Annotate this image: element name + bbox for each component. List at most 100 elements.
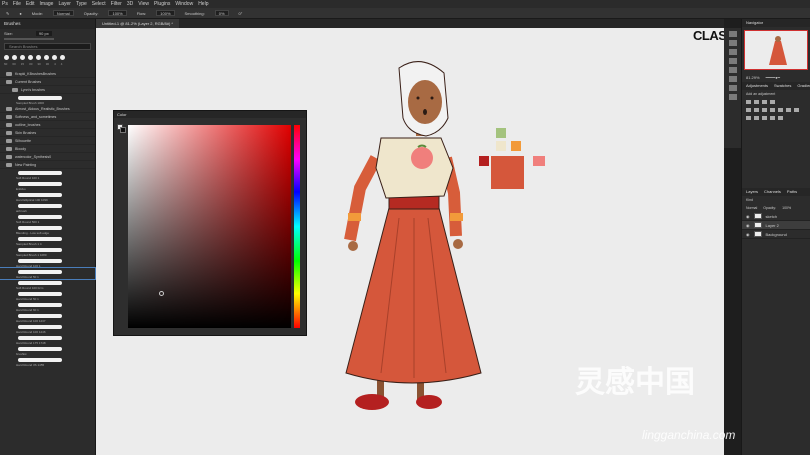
layer-row[interactable]: ◉ sketch — [742, 212, 810, 221]
posterize-icon[interactable] — [754, 116, 759, 120]
tab-paths[interactable]: Paths — [787, 188, 797, 196]
tab-swatches[interactable]: Swatches — [774, 82, 791, 90]
smoothing-field[interactable]: 0% — [214, 10, 229, 16]
preset-dot[interactable] — [12, 55, 17, 60]
brush-item[interactable]: Sampled Brush 1 4 — [0, 235, 95, 246]
brightness-icon[interactable] — [746, 100, 751, 104]
flow-field[interactable]: 100% — [156, 10, 175, 16]
navigator-thumbnail[interactable] — [744, 30, 808, 70]
brush-item[interactable]: Hard Round 50 1 — [0, 290, 95, 301]
levels-icon[interactable] — [754, 100, 759, 104]
brush-folder[interactable]: Silhouette — [0, 137, 95, 145]
mode-select[interactable]: Normal — [52, 10, 74, 16]
menu-file[interactable]: File — [13, 1, 21, 7]
eye-icon[interactable]: ◉ — [746, 232, 750, 237]
brushes-panel-title[interactable]: Brushes — [0, 19, 95, 29]
color-lookup-icon[interactable] — [794, 108, 799, 112]
preset-dot[interactable] — [44, 55, 49, 60]
brush-item-selected[interactable]: Hard Round 50 1 — [0, 267, 96, 280]
brush-item[interactable]: Sampled Brush 1 1080 — [0, 246, 95, 257]
menu-plugins[interactable]: Plugins — [154, 1, 170, 7]
invert-icon[interactable] — [746, 116, 751, 120]
layer-row[interactable]: ◉ Background — [742, 230, 810, 239]
clone-source-icon[interactable] — [728, 85, 737, 91]
brush-item[interactable]: brushist — [0, 345, 95, 356]
background-color-swatch[interactable] — [120, 127, 126, 133]
menu-select[interactable]: Select — [92, 1, 106, 7]
menu-type[interactable]: Type — [76, 1, 87, 7]
layer-filter[interactable]: Kind — [742, 196, 810, 204]
history-icon[interactable] — [728, 31, 737, 37]
navigator-tab[interactable]: Navigator — [742, 19, 810, 27]
preset-dot[interactable] — [60, 55, 65, 60]
brush-item[interactable]: Hard Round 175 1748 — [0, 334, 95, 345]
brush-folder[interactable]: Bloody — [0, 145, 95, 153]
exposure-icon[interactable] — [770, 100, 775, 104]
brush-item[interactable]: Hard Round 100 1237 — [0, 312, 95, 323]
photo-filter-icon[interactable] — [778, 108, 783, 112]
color-balance-icon[interactable] — [762, 108, 767, 112]
tab-layers[interactable]: Layers — [746, 188, 758, 196]
black-white-icon[interactable] — [770, 108, 775, 112]
brush-folder[interactable]: watercolor_Synthesis0 — [0, 153, 95, 161]
brush-folder[interactable]: outline_brushes — [0, 121, 95, 129]
brush-item[interactable]: Soft Round 500 1 — [0, 213, 95, 224]
preset-dot[interactable] — [52, 55, 57, 60]
menu-edit[interactable]: Edit — [26, 1, 35, 7]
menu-3d[interactable]: 3D — [127, 1, 133, 7]
menu-help[interactable]: Help — [198, 1, 208, 7]
brush-settings-icon[interactable] — [728, 76, 737, 82]
preset-dot[interactable] — [20, 55, 25, 60]
paragraph-icon[interactable] — [728, 58, 737, 64]
zoom-slider[interactable]: ━━━━●━ — [766, 75, 780, 80]
gradient-map-icon[interactable] — [778, 116, 783, 120]
libraries-icon[interactable] — [728, 67, 737, 73]
brush-item[interactable]: Soft Round 100 1 — [0, 169, 95, 180]
preset-dot[interactable] — [28, 55, 33, 60]
color-picker-handle[interactable] — [159, 291, 164, 296]
brush-folder[interactable]: Krapki_KBrushesBrushes — [0, 70, 95, 78]
brush-folder[interactable]: Skin Brushes — [0, 129, 95, 137]
brush-item[interactable]: Hard Round 60 1 — [0, 301, 95, 312]
opacity-field[interactable]: 100% — [108, 10, 127, 16]
tab-channels[interactable]: Channels — [764, 188, 781, 196]
color-panel-title[interactable]: Color — [114, 111, 306, 118]
channel-mixer-icon[interactable] — [786, 108, 791, 112]
eye-icon[interactable]: ◉ — [746, 214, 750, 219]
size-field[interactable]: 90 px — [35, 30, 52, 36]
brush-folder[interactable]: Almost_Aldous_Realistic_Brushes — [0, 105, 95, 113]
brush-item[interactable]: airbrush — [0, 202, 95, 213]
brush-item[interactable]: Soft Round 100 0cm — [0, 279, 95, 290]
tab-gradients[interactable]: Gradients — [797, 82, 810, 90]
document-tab[interactable]: Untitled-1 @ 81.2% (Layer 2, RGB/8#) * — [96, 19, 179, 28]
layer-opacity-field[interactable]: 100% — [782, 206, 791, 210]
menu-view[interactable]: View — [138, 1, 149, 7]
hue-slider[interactable] — [294, 125, 300, 328]
brush-folder[interactable]: Current Brushes — [0, 78, 95, 86]
curves-icon[interactable] — [762, 100, 767, 104]
brush-tool-icon[interactable]: ✎ — [6, 11, 9, 16]
brush-item[interactable]: Hard Round 3S 1455 — [0, 356, 95, 367]
filter-kind[interactable]: Kind — [746, 198, 753, 202]
menu-image[interactable]: Image — [40, 1, 54, 7]
menu-filter[interactable]: Filter — [111, 1, 122, 7]
color-field[interactable] — [128, 125, 291, 328]
angle-field[interactable]: 0° — [239, 11, 243, 16]
size-slider[interactable] — [4, 38, 54, 40]
search-input[interactable]: Search Brushes — [4, 43, 91, 50]
character-icon[interactable] — [728, 49, 737, 55]
brush-item[interactable]: Hard Round 100 1 — [0, 257, 95, 268]
menu-app[interactable]: Ps — [2, 1, 8, 7]
eye-icon[interactable]: ◉ — [746, 223, 750, 228]
tab-adjustments[interactable]: Adjustments — [746, 82, 768, 90]
brush-item[interactable]: Enlicko — [0, 180, 95, 191]
brush-item[interactable]: Hard Round 100 1246 — [0, 323, 95, 334]
layer-row-selected[interactable]: ◉ Layer 2 — [742, 221, 810, 230]
preset-dot[interactable] — [4, 55, 9, 60]
actions-icon[interactable] — [728, 94, 737, 100]
brush-item[interactable]: Blending - Low soft edge — [0, 224, 95, 235]
vibrance-icon[interactable] — [746, 108, 751, 112]
brush-folder[interactable]: New Painting — [0, 161, 95, 169]
zoom-value[interactable]: 81.29% — [746, 75, 760, 80]
brush-folder[interactable]: Lynn's brushes — [0, 86, 95, 94]
